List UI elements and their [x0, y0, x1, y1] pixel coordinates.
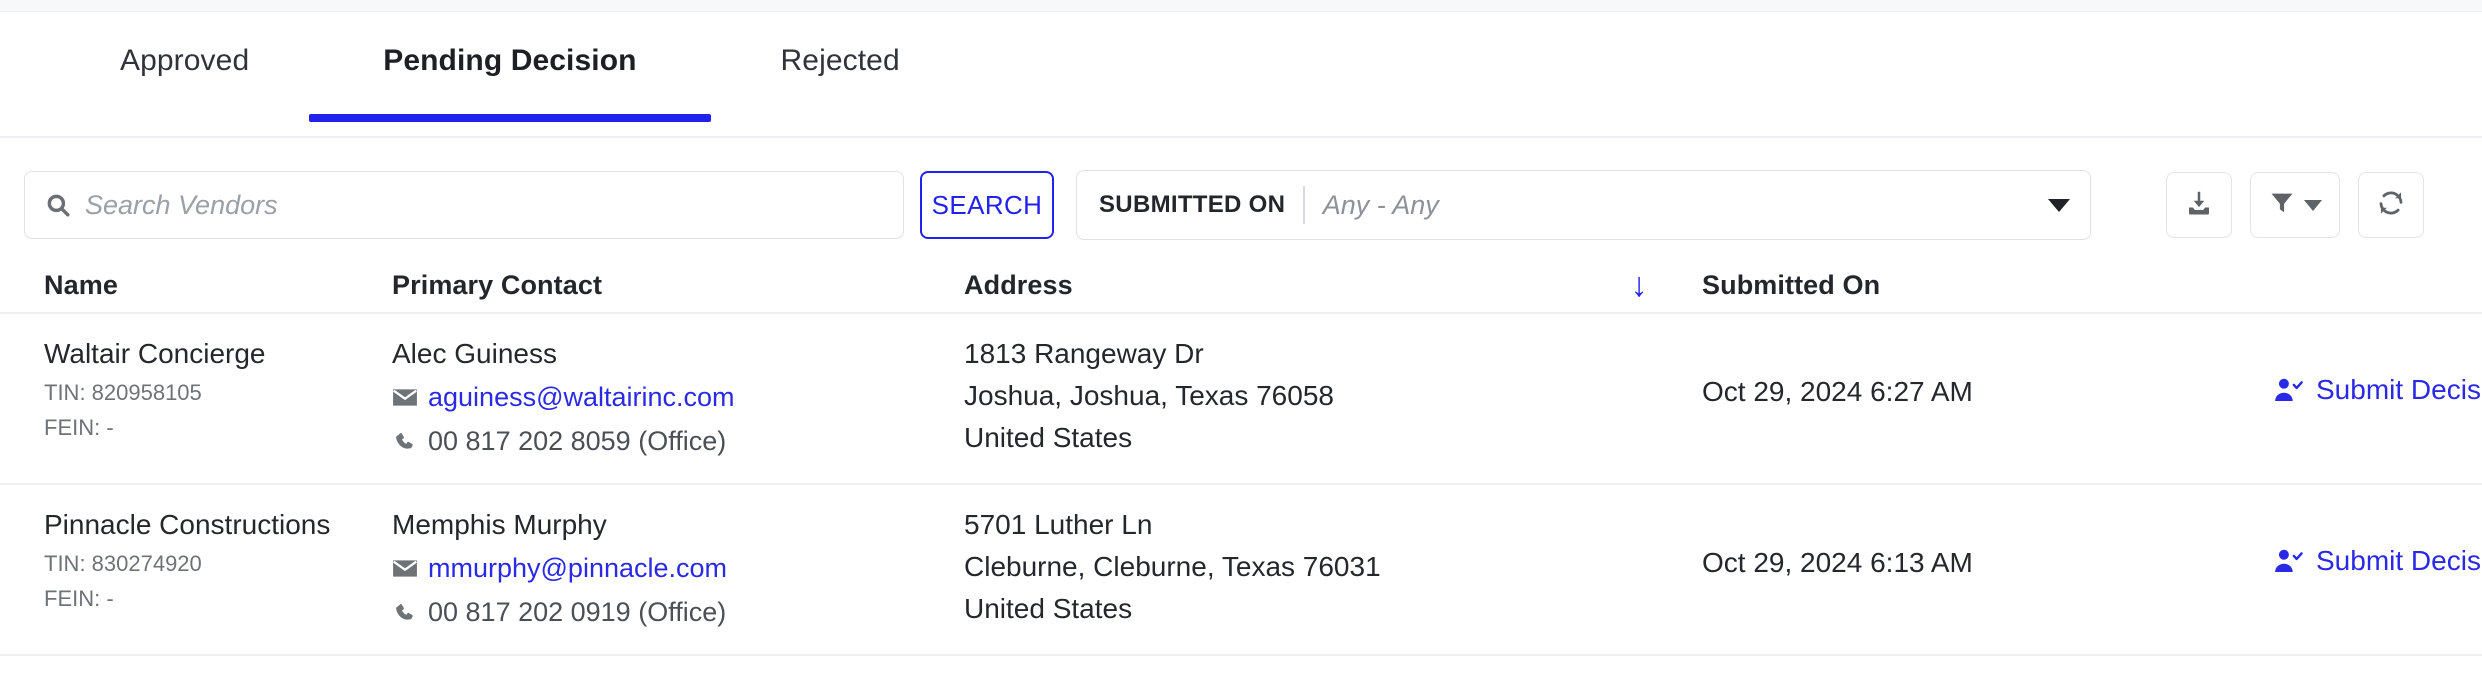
filter-icon	[2268, 189, 2296, 222]
contact-email-link[interactable]: aguiness@waltairinc.com	[428, 382, 735, 413]
tab-pending-decision-label: Pending Decision	[383, 44, 637, 77]
tab-underline	[60, 114, 309, 122]
tab-rejected[interactable]: Rejected	[711, 12, 970, 136]
phone-icon	[392, 431, 418, 453]
column-header-submitted-on[interactable]: Submitted On	[1702, 270, 2274, 301]
cell-address: 5701 Luther Ln Cleburne, Cleburne, Texas…	[964, 511, 1576, 623]
download-button[interactable]	[2166, 172, 2232, 238]
address-line-1: 5701 Luther Ln	[964, 509, 1153, 540]
search-box[interactable]	[24, 171, 904, 239]
address-line-2: Joshua, Joshua, Texas 76058	[964, 380, 1334, 411]
submitted-on-value: Oct 29, 2024 6:27 AM	[1702, 376, 1973, 407]
tab-underline	[711, 114, 970, 122]
tab-approved[interactable]: Approved	[60, 12, 309, 136]
submitted-on-value: Oct 29, 2024 6:13 AM	[1702, 547, 1973, 578]
chevron-down-icon	[2304, 199, 2322, 211]
vendor-fein: FEIN: -	[44, 586, 114, 611]
cell-primary-contact: Memphis Murphy mmurphy@pinnacle.com 00 8…	[392, 511, 964, 628]
vendor-name: Pinnacle Constructions	[44, 509, 331, 540]
filter-button[interactable]	[2250, 172, 2340, 238]
toolbar: SEARCH SUBMITTED ON Any - Any	[0, 138, 2482, 242]
top-strip	[0, 0, 2482, 12]
vendor-tin: TIN: 830274920	[44, 551, 202, 576]
cell-action: Submit Decision	[2274, 511, 2482, 577]
user-check-icon	[2274, 377, 2304, 403]
submitted-on-filter-value: Any - Any	[1322, 189, 1439, 220]
submitted-on-filter[interactable]: SUBMITTED ON Any - Any	[1076, 170, 2091, 240]
column-header-address[interactable]: Address	[964, 270, 1576, 301]
contact-phone-row: 00 817 202 0919 (Office)	[392, 597, 964, 628]
cell-name: Waltair Concierge TIN: 820958105 FEIN: -	[44, 340, 392, 439]
cell-submitted-on: Oct 29, 2024 6:27 AM	[1702, 340, 2274, 408]
sort-indicator[interactable]: ↓	[1576, 268, 1702, 302]
table-row[interactable]: Pinnacle Constructions TIN: 830274920 FE…	[0, 485, 2482, 656]
vendor-approvals-page: Approved Pending Decision Rejected Searc…	[0, 0, 2482, 682]
table-header-row: Name Primary Contact Address ↓ Submitted…	[0, 258, 2482, 314]
user-check-icon	[2274, 548, 2304, 574]
tab-approved-label: Approved	[120, 44, 250, 77]
envelope-icon	[392, 387, 418, 409]
vendors-table: Name Primary Contact Address ↓ Submitted…	[0, 258, 2482, 656]
submit-decision-link[interactable]: Submit Decision	[2274, 511, 2482, 577]
refresh-icon	[2376, 188, 2406, 223]
vendor-fein: FEIN: -	[44, 415, 114, 440]
toolbar-icon-buttons	[2166, 172, 2458, 238]
divider	[1303, 186, 1305, 224]
cell-primary-contact: Alec Guiness aguiness@waltairinc.com 00 …	[392, 340, 964, 457]
cell-submitted-on: Oct 29, 2024 6:13 AM	[1702, 511, 2274, 579]
download-icon	[2184, 188, 2214, 223]
address-line-3: United States	[964, 422, 1133, 453]
cell-address: 1813 Rangeway Dr Joshua, Joshua, Texas 7…	[964, 340, 1576, 452]
chevron-down-icon	[2048, 198, 2070, 212]
contact-name: Memphis Murphy	[392, 509, 607, 540]
column-header-primary-contact[interactable]: Primary Contact	[392, 270, 964, 301]
vendor-tin: TIN: 820958105	[44, 380, 202, 405]
tab-pending-decision[interactable]: Pending Decision	[309, 12, 711, 136]
contact-email-row: mmurphy@pinnacle.com	[392, 553, 964, 584]
contact-phone: 00 817 202 8059 (Office)	[428, 426, 727, 456]
refresh-button[interactable]	[2358, 172, 2424, 238]
contact-phone-row: 00 817 202 8059 (Office)	[392, 426, 964, 457]
sort-descending-arrow-icon: ↓	[1630, 266, 1648, 304]
submit-decision-label: Submit Decision	[2316, 545, 2482, 576]
cell-name: Pinnacle Constructions TIN: 830274920 FE…	[44, 511, 392, 610]
submit-decision-link[interactable]: Submit Decision	[2274, 340, 2482, 406]
submitted-on-filter-label: SUBMITTED ON	[1099, 191, 1286, 218]
contact-email-link[interactable]: mmurphy@pinnacle.com	[428, 553, 727, 584]
address-line-2: Cleburne, Cleburne, Texas 76031	[964, 551, 1381, 582]
cell-action: Submit Decision	[2274, 340, 2482, 406]
phone-icon	[392, 602, 418, 624]
column-header-name[interactable]: Name	[44, 270, 392, 301]
address-line-1: 1813 Rangeway Dr	[964, 338, 1204, 369]
contact-phone: 00 817 202 0919 (Office)	[428, 597, 727, 627]
submit-decision-label: Submit Decision	[2316, 374, 2482, 405]
search-group: SEARCH	[24, 171, 1054, 239]
tab-active-underline	[309, 114, 711, 122]
vendor-name: Waltair Concierge	[44, 338, 266, 369]
contact-name: Alec Guiness	[392, 338, 557, 369]
search-icon	[45, 192, 71, 218]
address-line-3: United States	[964, 593, 1133, 624]
tab-rejected-label: Rejected	[780, 44, 900, 77]
tab-bar: Approved Pending Decision Rejected	[0, 12, 2482, 138]
envelope-icon	[392, 558, 418, 580]
search-input[interactable]	[83, 188, 883, 222]
table-row[interactable]: Waltair Concierge TIN: 820958105 FEIN: -…	[0, 314, 2482, 485]
search-button[interactable]: SEARCH	[920, 171, 1054, 239]
contact-email-row: aguiness@waltairinc.com	[392, 382, 964, 413]
